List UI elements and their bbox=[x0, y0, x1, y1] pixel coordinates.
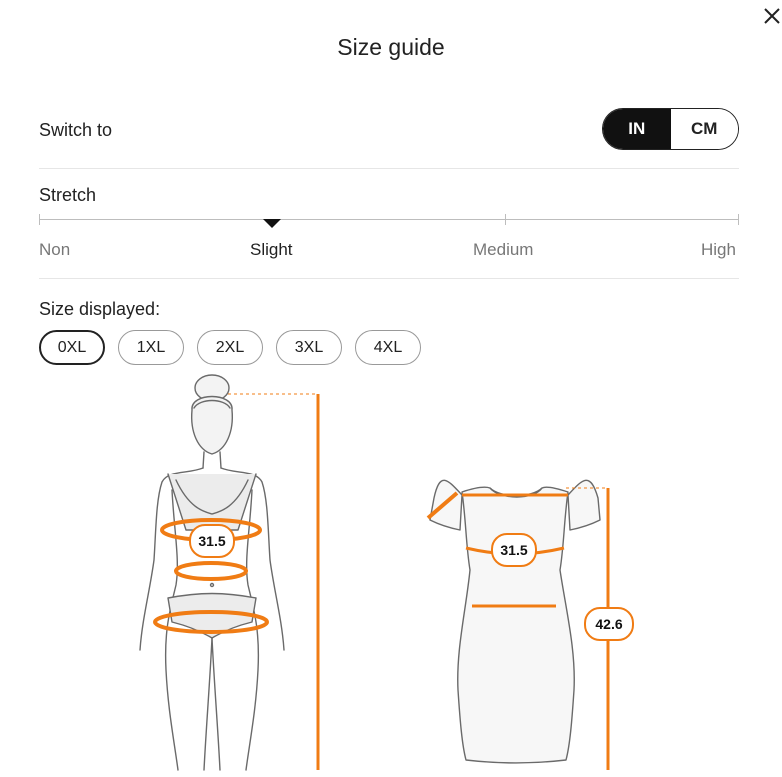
stretch-level-high: High bbox=[701, 240, 736, 259]
stretch-tick bbox=[39, 214, 40, 225]
unit-switch-label: Switch to bbox=[39, 120, 113, 140]
figure-illustrations bbox=[139, 374, 610, 771]
measurement-figures: 31.5 31.5 42.6 bbox=[0, 370, 782, 777]
stretch-level-slight: Slight bbox=[250, 240, 293, 259]
size-chip-1xl[interactable]: 1XL bbox=[118, 330, 184, 365]
stretch-tick bbox=[505, 214, 506, 225]
body-figure bbox=[139, 374, 285, 771]
dress-figure bbox=[429, 479, 601, 764]
dialog-title: Size guide bbox=[337, 34, 445, 60]
divider bbox=[39, 168, 739, 169]
stretch-level-medium: Medium bbox=[473, 240, 534, 259]
size-chip-group: 0XL 1XL 2XL 3XL 4XL bbox=[39, 330, 421, 365]
body-bust-badge: 31.5 bbox=[189, 524, 235, 558]
size-chip-0xl[interactable]: 0XL bbox=[39, 330, 105, 365]
stretch-scale-track bbox=[39, 219, 739, 220]
stretch-tick bbox=[738, 214, 739, 225]
unit-toggle: IN CM bbox=[602, 108, 739, 150]
stretch-level-non: Non bbox=[39, 240, 71, 259]
stretch-scale: Non Slight Medium High bbox=[39, 212, 739, 272]
close-icon[interactable] bbox=[760, 4, 782, 28]
size-chip-4xl[interactable]: 4XL bbox=[355, 330, 421, 365]
size-chip-2xl[interactable]: 2XL bbox=[197, 330, 263, 365]
size-displayed-label: Size displayed: bbox=[39, 299, 161, 319]
divider bbox=[39, 278, 739, 279]
dress-bust-badge: 31.5 bbox=[491, 533, 537, 567]
triangle-down-icon bbox=[263, 219, 281, 228]
size-chip-3xl[interactable]: 3XL bbox=[276, 330, 342, 365]
stretch-label: Stretch bbox=[39, 185, 97, 205]
dress-length-badge: 42.6 bbox=[584, 607, 634, 641]
unit-option-cm[interactable]: CM bbox=[670, 109, 738, 149]
unit-option-in[interactable]: IN bbox=[603, 109, 671, 149]
